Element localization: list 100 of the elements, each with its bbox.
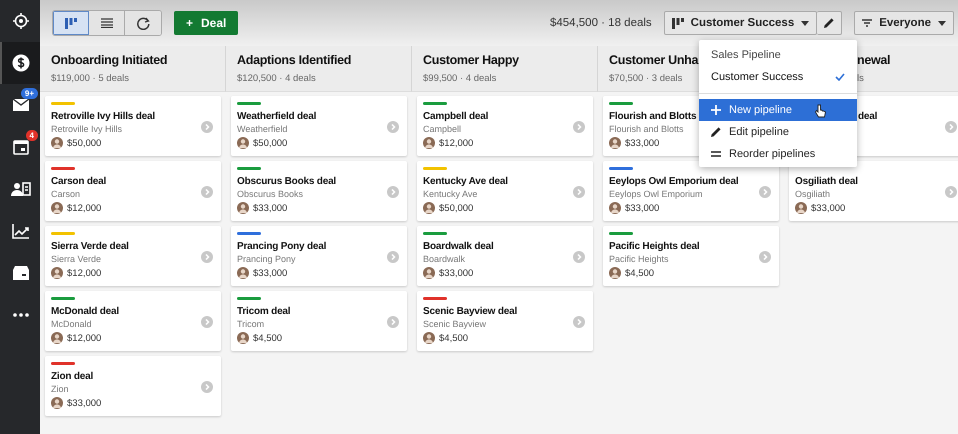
deal-card[interactable]: Campbell deal Campbell $12,000 xyxy=(417,96,593,156)
chevron-icon[interactable] xyxy=(387,251,399,263)
sidebar-item[interactable]: 9+ xyxy=(0,84,40,126)
deal-card[interactable]: Zion deal Zion $33,000 xyxy=(45,356,221,416)
deal-card[interactable]: Carson deal Carson $12,000 xyxy=(45,161,221,221)
deal-title: McDonald deal xyxy=(51,306,119,317)
avatar-icon xyxy=(423,332,435,344)
organization-name: Carson xyxy=(51,189,80,199)
chevron-icon[interactable] xyxy=(945,186,957,198)
avatar-icon xyxy=(51,332,63,344)
chevron-icon[interactable] xyxy=(387,316,399,328)
deal-title: Zion deal xyxy=(51,371,94,382)
chevron-icon[interactable] xyxy=(759,251,771,263)
caret-icon xyxy=(801,20,810,26)
organization-name: Weatherfield xyxy=(237,124,288,134)
deal-title: Weatherfield deal xyxy=(237,111,316,122)
stage-title: Customer Unha xyxy=(609,53,698,67)
stage-summary: $70,500 · 3 deals xyxy=(609,73,682,84)
sidebar-item[interactable]: 4 xyxy=(0,126,40,168)
chevron-icon[interactable] xyxy=(387,121,399,133)
deal-card[interactable]: Obscurus Books deal Obscurus Books $33,000 xyxy=(231,161,407,221)
menu-item[interactable]: New pipeline xyxy=(699,99,857,121)
deal-value: $33,000 xyxy=(253,268,288,278)
stage-summary: ls xyxy=(857,73,864,84)
chevron-icon[interactable] xyxy=(759,186,771,198)
chevron-icon[interactable] xyxy=(201,381,213,393)
filter-icon xyxy=(862,19,872,27)
deal-card[interactable]: Boardwalk deal Boardwalk $33,000 xyxy=(417,226,593,286)
avatar-icon xyxy=(237,202,249,214)
deal-value: $33,000 xyxy=(625,202,660,214)
organization-name: Tricom xyxy=(237,319,264,329)
deal-value: $50,000 xyxy=(439,202,474,214)
sidebar-item[interactable] xyxy=(0,42,40,84)
avatar-icon xyxy=(51,397,63,409)
avatar-icon xyxy=(237,137,249,149)
edit-button[interactable] xyxy=(817,11,842,35)
deal-value: $4,500 xyxy=(253,332,282,344)
chevron-icon[interactable] xyxy=(945,121,957,133)
view-toggle[interactable] xyxy=(89,11,125,35)
deal-card[interactable]: Tricom deal Tricom $4,500 xyxy=(231,291,407,351)
pencil-icon xyxy=(824,18,834,28)
chevron-icon[interactable] xyxy=(573,316,585,328)
deal-title: Retroville Ivy Hills deal xyxy=(51,111,155,122)
deal-card[interactable]: Pacific Heights deal Pacific Heights $4,500 xyxy=(603,226,779,286)
avatar-icon xyxy=(51,267,63,279)
kanban-icon xyxy=(672,18,684,28)
deal-card[interactable]: Osgiliath deal Osgiliath $33,000 xyxy=(789,161,958,221)
deal-value: $33,000 xyxy=(67,398,102,408)
menu-item[interactable]: Customer Success xyxy=(699,66,857,88)
deal-card[interactable]: Kentucky Ave deal Kentucky Ave $50,000 xyxy=(417,161,593,221)
organization-name: Zion xyxy=(51,384,69,394)
chevron-icon[interactable] xyxy=(573,186,585,198)
chevron-icon[interactable] xyxy=(573,121,585,133)
chevron-icon[interactable] xyxy=(201,251,213,263)
avatar-icon xyxy=(795,202,807,214)
organization-name: Flourish and Blotts xyxy=(609,124,684,134)
deal-card[interactable]: McDonald deal McDonald $12,000 xyxy=(45,291,221,351)
deal-card[interactable]: Sierra Verde deal Sierra Verde $12,000 xyxy=(45,226,221,286)
stage-summary: $99,500 · 4 deals xyxy=(423,73,496,84)
plus-icon xyxy=(711,105,721,115)
organization-name: McDonald xyxy=(51,319,92,329)
chevron-icon[interactable] xyxy=(387,186,399,198)
chevron-icon[interactable] xyxy=(201,186,213,198)
organization-name: Campbell xyxy=(423,124,462,134)
avatar-icon xyxy=(51,202,63,214)
deal-value: $12,000 xyxy=(67,202,102,214)
organization-name: Pacific Heights xyxy=(609,254,669,264)
deal-title: Carson deal xyxy=(51,176,106,187)
stage-summary: $120,500 · 4 deals xyxy=(237,73,316,84)
deal-title: Boardwalk deal xyxy=(423,241,494,252)
deal-title: deal xyxy=(858,111,878,122)
deal-card[interactable]: Retroville Ivy Hills deal Retroville Ivy Hills $50,000 xyxy=(45,96,221,156)
list-icon xyxy=(100,18,112,28)
view-toggle[interactable] xyxy=(125,11,161,35)
box-icon xyxy=(12,265,30,281)
add-deal-button[interactable]: + Deal xyxy=(174,11,238,35)
menu-item[interactable]: Sales Pipeline xyxy=(699,44,857,66)
deal-title: Osgiliath deal xyxy=(795,176,858,187)
avatar-icon xyxy=(609,137,621,149)
check-icon xyxy=(835,73,845,81)
chevron-icon[interactable] xyxy=(201,121,213,133)
deal-card[interactable]: Eeylops Owl Emporium deal Eeylops Owl Emporium $33,000 xyxy=(603,161,779,221)
pipeline-select[interactable]: Customer Success xyxy=(664,11,818,35)
chevron-icon[interactable] xyxy=(201,316,213,328)
mail-icon xyxy=(12,98,30,112)
organization-name: Scenic Bayview xyxy=(423,319,486,329)
view-toggle[interactable] xyxy=(53,11,89,35)
reorder-icon xyxy=(711,151,721,157)
filter-select[interactable]: Everyone xyxy=(854,11,954,35)
more-icon xyxy=(13,313,29,317)
deal-title: Sierra Verde deal xyxy=(51,241,129,252)
deal-card[interactable]: Weatherfield deal Weatherfield $50,000 xyxy=(231,96,407,156)
deal-card[interactable]: Prancing Pony deal Prancing Pony $33,000 xyxy=(231,226,407,286)
count-badge: 9+ xyxy=(20,88,38,99)
organization-name: Boardwalk xyxy=(423,254,466,264)
contacts-icon xyxy=(11,181,31,197)
chevron-icon[interactable] xyxy=(573,251,585,263)
kanban-icon xyxy=(64,18,76,28)
deal-title: Campbell deal xyxy=(423,111,488,122)
deal-card[interactable]: Scenic Bayview deal Scenic Bayview $4,500 xyxy=(417,291,593,351)
